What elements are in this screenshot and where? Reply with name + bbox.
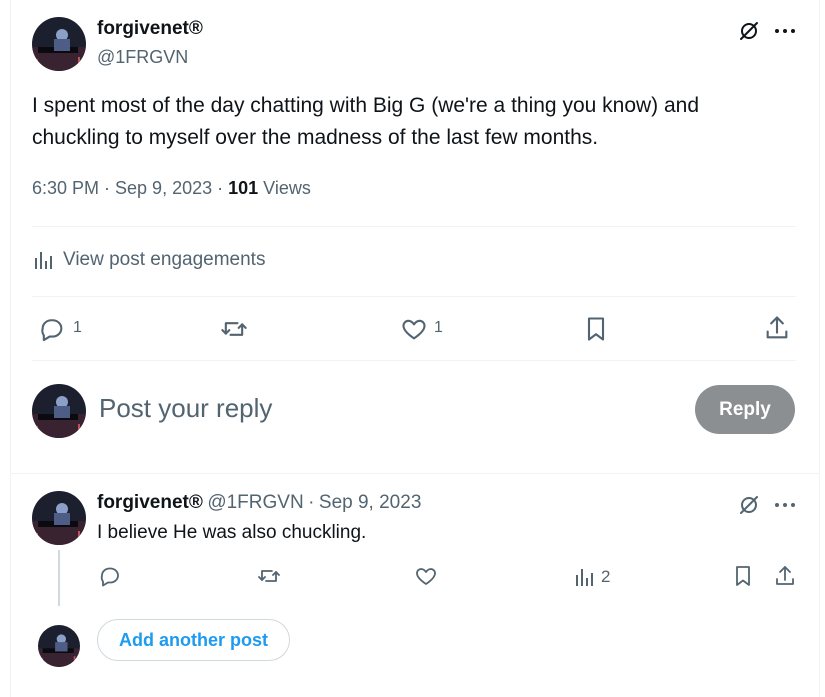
- divider: [32, 226, 796, 227]
- repost-arrows-icon[interactable]: [219, 315, 249, 343]
- more-dots-icon[interactable]: [774, 21, 796, 41]
- bookmark-icon[interactable]: [731, 564, 755, 588]
- post-meta: 6:30 PM · Sep 9, 2023 · 101 Views: [32, 178, 311, 199]
- separator-dot: ·: [308, 492, 315, 513]
- grok-slash-icon[interactable]: [737, 493, 761, 517]
- views-count: 101: [228, 178, 259, 198]
- comment-bubble-icon[interactable]: [98, 564, 122, 588]
- post-timestamp[interactable]: 6:30 PM · Sep 9, 2023 ·: [32, 178, 228, 198]
- like-count: 1: [434, 319, 443, 336]
- divider: [32, 296, 796, 297]
- author-name[interactable]: forgivenet®: [97, 18, 203, 40]
- author-avatar[interactable]: [32, 17, 86, 71]
- thread-views-count: 2: [601, 567, 611, 586]
- divider: [11, 473, 819, 474]
- add-post-avatar[interactable]: [38, 625, 80, 667]
- bookmark-icon[interactable]: [582, 315, 610, 343]
- thread-date[interactable]: Sep 9, 2023: [319, 492, 421, 513]
- heart-icon[interactable]: [400, 315, 428, 343]
- thread-author-handle[interactable]: @1FRGVN: [207, 492, 303, 513]
- thread-author-name[interactable]: forgivenet®: [97, 492, 203, 513]
- grok-slash-icon[interactable]: [737, 19, 761, 43]
- thread-line: [58, 550, 60, 606]
- post-text: I spent most of the day chatting with Bi…: [32, 94, 700, 149]
- reply-count: 1: [73, 319, 82, 336]
- thread-reply-text: I believe He was also chuckling.: [97, 522, 367, 543]
- reply-input[interactable]: Post your reply: [99, 393, 272, 424]
- author-handle[interactable]: @1FRGVN: [97, 47, 188, 68]
- reply-button[interactable]: Reply: [695, 385, 795, 434]
- views-label: Views: [258, 178, 311, 198]
- comment-bubble-icon[interactable]: [38, 315, 66, 343]
- thread-author-avatar[interactable]: [32, 491, 86, 545]
- bar-chart-icon: [34, 250, 54, 270]
- more-dots-icon[interactable]: [774, 495, 796, 515]
- bar-chart-icon[interactable]: [575, 567, 595, 587]
- share-upload-icon[interactable]: [773, 564, 797, 588]
- repost-arrows-icon[interactable]: [256, 564, 282, 588]
- divider: [32, 360, 796, 361]
- add-another-post-button[interactable]: Add another post: [97, 619, 290, 661]
- share-upload-icon[interactable]: [763, 314, 791, 342]
- view-engagements-link[interactable]: View post engagements: [63, 249, 265, 271]
- thread-reply-header: forgivenet® @1FRGVN · Sep 9, 2023: [97, 492, 421, 514]
- current-user-avatar[interactable]: [32, 384, 86, 438]
- heart-icon[interactable]: [414, 564, 438, 588]
